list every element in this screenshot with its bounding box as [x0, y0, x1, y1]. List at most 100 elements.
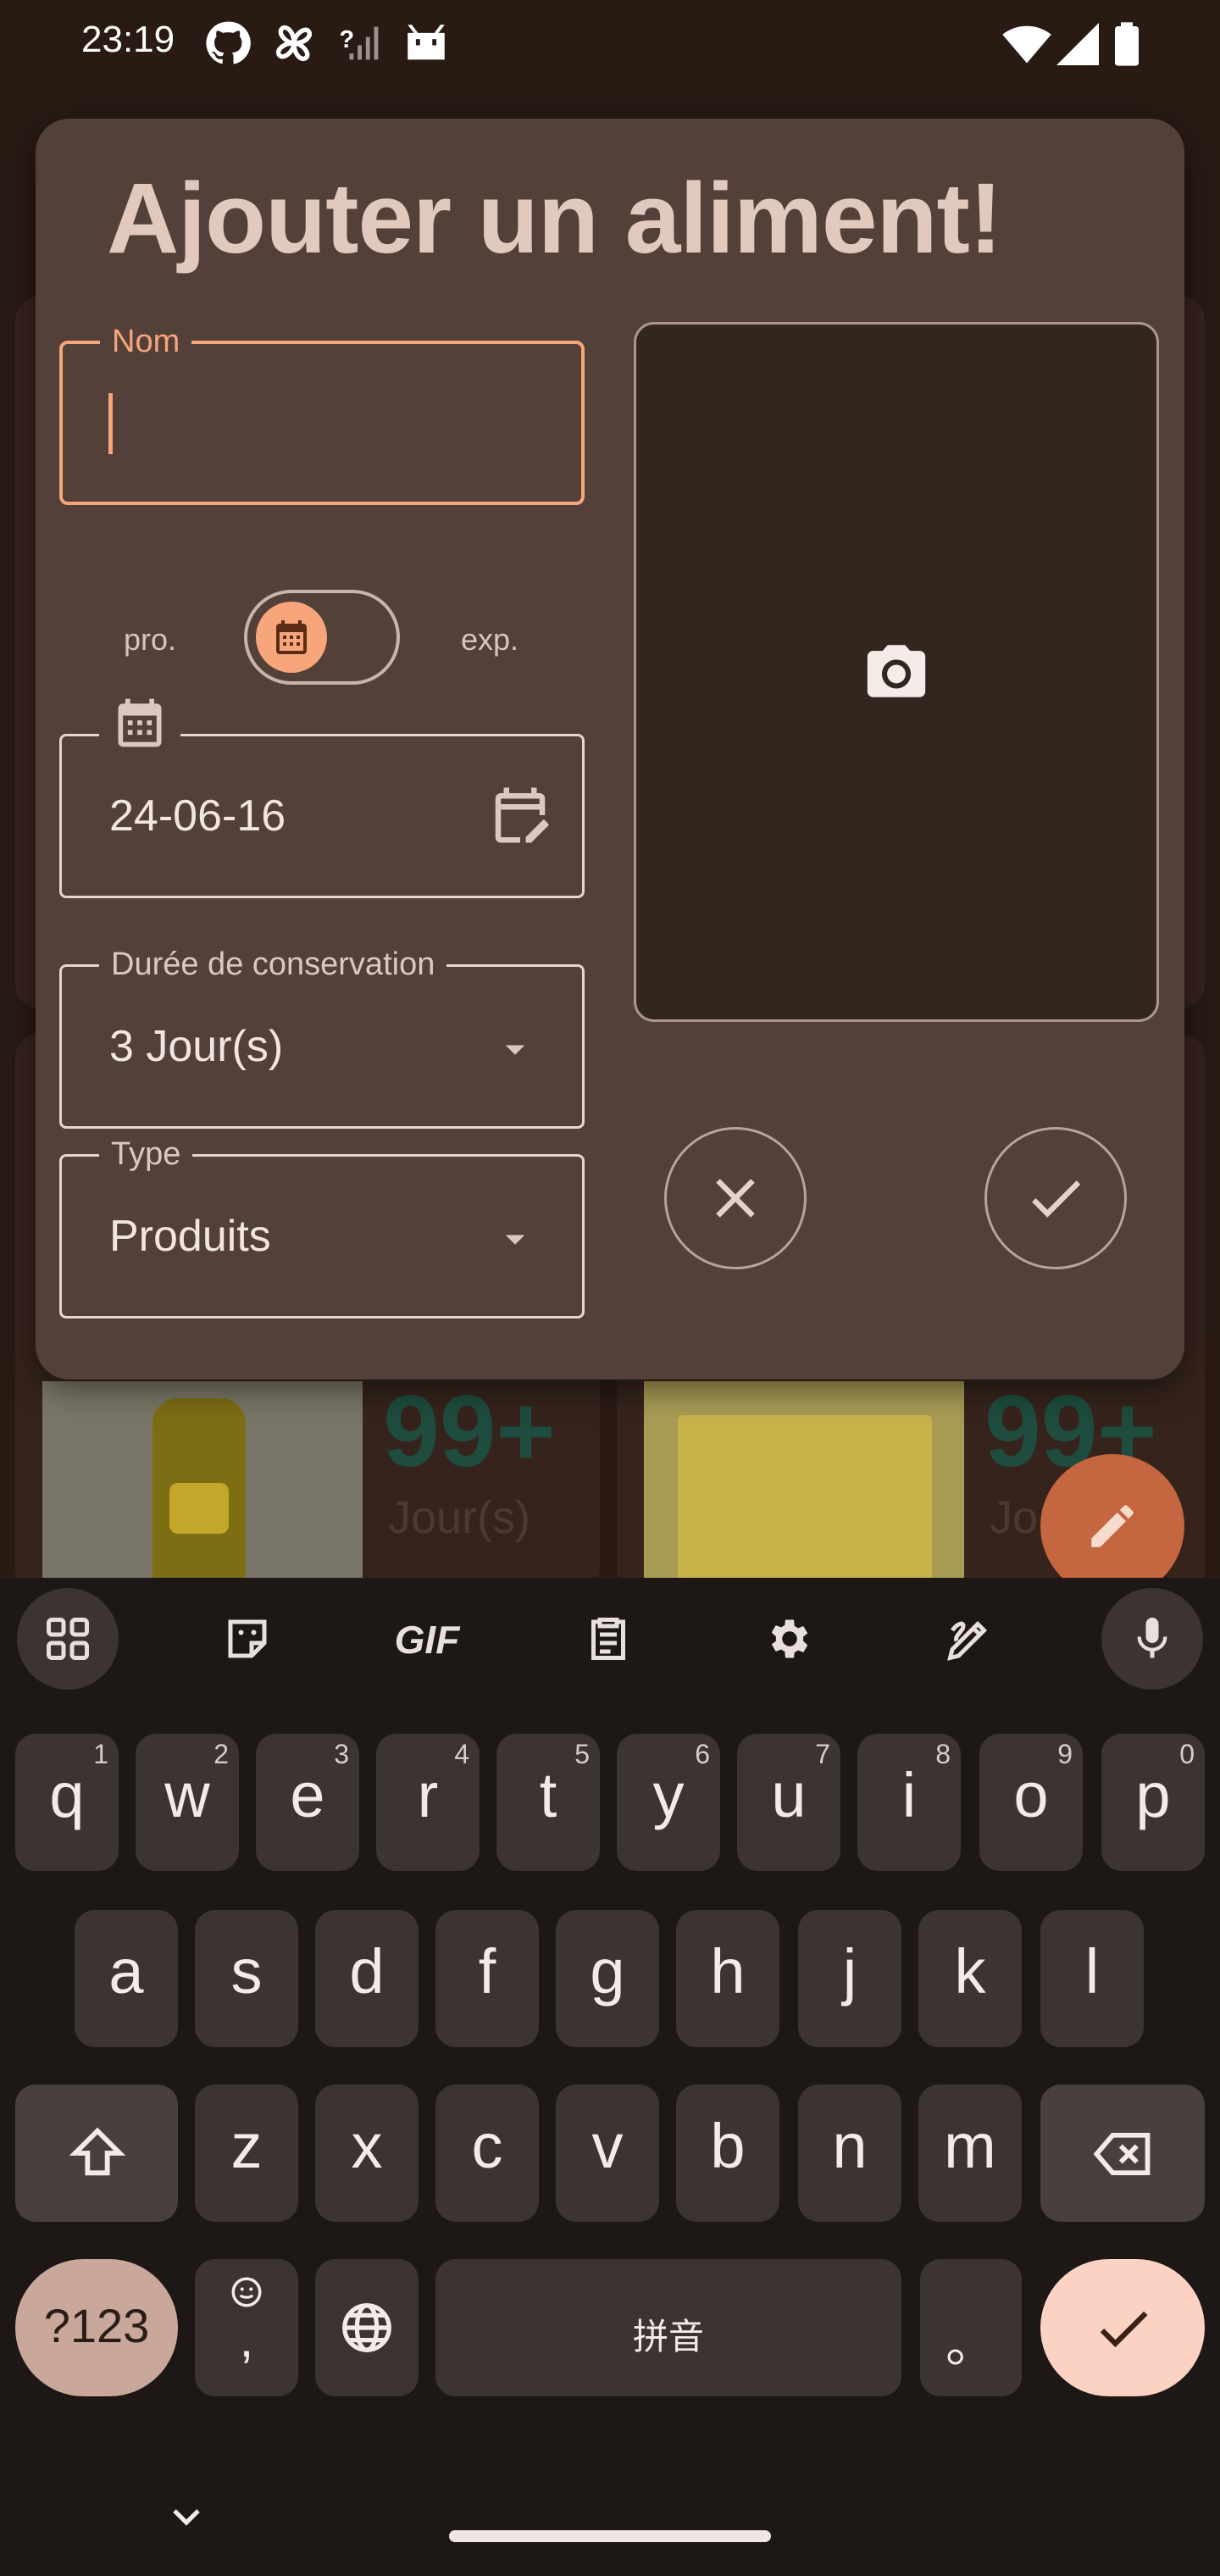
key-hint: 7 [815, 1739, 830, 1769]
key-r[interactable]: r4 [376, 1734, 480, 1871]
backspace-key[interactable] [1040, 2085, 1205, 2222]
key-n[interactable]: n [798, 2085, 901, 2222]
settings-button[interactable] [739, 1588, 840, 1690]
status-time: 23:19 [81, 19, 175, 60]
switch-thumb [256, 602, 327, 673]
key-char: v [591, 2111, 624, 2181]
key-i[interactable]: i8 [857, 1734, 961, 1871]
key-c[interactable]: c [435, 2085, 539, 2222]
key-hint: 5 [574, 1739, 590, 1769]
key-t[interactable]: t5 [496, 1734, 600, 1871]
sticker-button[interactable] [197, 1588, 298, 1690]
type-dropdown[interactable]: Type Produits [59, 1136, 585, 1319]
key-hint: 6 [695, 1739, 710, 1769]
confirm-button[interactable] [984, 1127, 1127, 1269]
sticker-icon [228, 1619, 267, 1658]
android-icon [408, 25, 445, 60]
dropdown-arrow-icon [505, 1235, 525, 1245]
apps-grid-button[interactable] [17, 1588, 119, 1690]
key-p[interactable]: p0 [1101, 1734, 1205, 1871]
settings-icon [771, 1619, 808, 1658]
dialog-title: Ajouter un aliment! [107, 163, 1002, 275]
key-a[interactable]: a [75, 1910, 178, 2047]
battery-icon [1115, 22, 1139, 66]
language-key[interactable] [315, 2259, 419, 2396]
key-char: m [944, 2111, 996, 2181]
key-hint: 0 [1179, 1739, 1195, 1769]
key-char: g [590, 1936, 625, 2007]
key-hint: 2 [214, 1739, 229, 1769]
toggle-label-expiration: exp. [461, 622, 519, 657]
key-char: d [349, 1936, 385, 2007]
key-j[interactable]: j [798, 1910, 901, 2047]
date-mode-switch[interactable] [244, 590, 400, 685]
key-e[interactable]: e3 [256, 1734, 359, 1871]
edit-calendar-icon[interactable] [487, 782, 553, 848]
clipboard-button[interactable] [557, 1588, 659, 1690]
add-food-dialog: Ajouter un aliment! Nom pro. exp. 24-06-… [36, 119, 1184, 1380]
duration-value: 3 Jour(s) [109, 1022, 284, 1071]
date-field[interactable]: 24-06-16 [59, 694, 585, 898]
key-char: n [832, 2111, 868, 2181]
hide-keyboard-chevron-icon[interactable] [163, 2493, 210, 2540]
key-hint: 9 [1057, 1739, 1073, 1769]
handwriting-icon [947, 1620, 988, 1661]
emoji-comma-key[interactable]: , [195, 2259, 298, 2396]
key-char: s [230, 1936, 263, 2007]
duration-dropdown[interactable]: Durée de conservation 3 Jour(s) [59, 947, 585, 1129]
backspace-icon [1093, 2132, 1151, 2176]
edit-fab-button[interactable] [1040, 1454, 1184, 1598]
key-l[interactable]: l [1040, 1910, 1144, 2047]
key-y[interactable]: y6 [617, 1734, 720, 1871]
key-f[interactable]: f [435, 1910, 539, 2047]
key-hint: 3 [334, 1739, 349, 1769]
signal-icon [1056, 23, 1099, 65]
date-value: 24-06-16 [109, 791, 286, 841]
key-b[interactable]: b [676, 2085, 779, 2222]
pencil-icon [1091, 1505, 1134, 1547]
text-caret [108, 393, 113, 454]
key-char: h [710, 1936, 746, 2007]
globe-icon [342, 2303, 391, 2352]
type-value: Produits [109, 1212, 271, 1261]
gesture-nav-handle[interactable] [449, 2530, 771, 2542]
key-m[interactable]: m [918, 2085, 1022, 2222]
soft-keyboard: GIF q1 w2 e3 r4 t5 y6 u7 i8 o9 p0 a s d … [0, 1578, 1220, 2576]
key-char: k [954, 1936, 986, 2007]
key-w[interactable]: w2 [136, 1734, 239, 1871]
key-d[interactable]: d [315, 1910, 419, 2047]
symbols-key[interactable]: ?123 [15, 2259, 178, 2396]
mic-button[interactable] [1101, 1588, 1203, 1690]
space-key[interactable]: 拼音 [435, 2259, 901, 2396]
svg-text:?: ? [339, 26, 354, 53]
cancel-button[interactable] [664, 1127, 807, 1269]
date-field-label-icon [99, 694, 180, 752]
key-q[interactable]: q1 [15, 1734, 119, 1871]
key-z[interactable]: z [195, 2085, 298, 2222]
dropdown-arrow-icon [505, 1045, 525, 1055]
duration-field-label: Durée de conservation [99, 947, 447, 983]
key-v[interactable]: v [556, 2085, 659, 2222]
photo-picker[interactable] [634, 322, 1159, 1022]
background-photo-drink [42, 1381, 363, 1593]
shift-key[interactable] [15, 2085, 178, 2222]
handwriting-button[interactable] [918, 1588, 1020, 1690]
check-icon [1032, 1180, 1081, 1218]
key-k[interactable]: k [918, 1910, 1022, 2047]
name-input[interactable]: Nom [59, 324, 585, 505]
key-x[interactable]: x [315, 2085, 419, 2222]
key-char: 拼音 [632, 2317, 704, 2357]
key-char: z [230, 2111, 263, 2181]
key-s[interactable]: s [195, 1910, 298, 2047]
key-char: b [710, 2111, 746, 2181]
key-h[interactable]: h [676, 1910, 779, 2047]
enter-key[interactable] [1040, 2259, 1205, 2396]
key-hint: 8 [935, 1739, 951, 1769]
key-g[interactable]: g [556, 1910, 659, 2047]
period-key[interactable]: 。 [920, 2259, 1022, 2396]
key-u[interactable]: u7 [737, 1734, 840, 1871]
calendar-icon [118, 698, 162, 747]
gif-button[interactable]: GIF [376, 1588, 478, 1690]
key-o[interactable]: o9 [979, 1734, 1083, 1871]
type-field-label: Type [99, 1136, 193, 1173]
